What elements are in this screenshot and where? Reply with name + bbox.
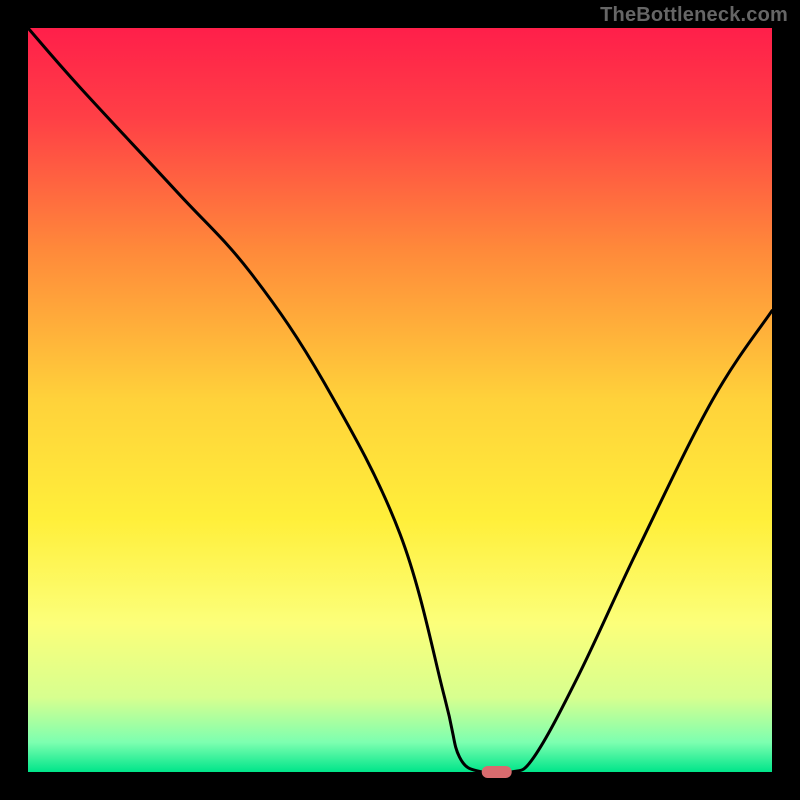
plot-background [28, 28, 772, 772]
bottleneck-chart [0, 0, 800, 800]
optimal-marker [482, 766, 512, 778]
attribution-watermark: TheBottleneck.com [600, 4, 788, 27]
chart-frame: TheBottleneck.com [0, 0, 800, 800]
